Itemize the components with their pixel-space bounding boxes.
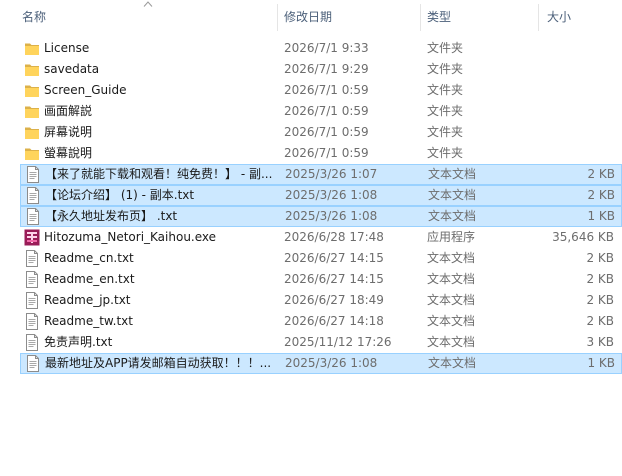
column-header-size[interactable]: 大小 xyxy=(547,0,617,35)
file-date: 2025/3/26 1:08 xyxy=(285,356,378,370)
file-row[interactable]: Screen_Guide 2026/7/1 0:59 文件夹 xyxy=(20,80,622,101)
file-row[interactable]: 画面解説 2026/7/1 0:59 文件夹 xyxy=(20,101,622,122)
file-row[interactable]: Readme_jp.txt 2026/6/27 18:49 文本文档 2 KB xyxy=(20,290,622,311)
file-name: 画面解説 xyxy=(44,104,93,118)
file-size: 2 KB xyxy=(586,293,614,307)
file-name: License xyxy=(44,41,90,55)
file-date: 2025/11/12 17:26 xyxy=(284,335,392,349)
folder-icon xyxy=(24,103,40,120)
file-size xyxy=(500,102,614,121)
file-row[interactable]: 【来了就能下载和观看！纯免费！】 - 副... 2025/3/26 1:07 文本文… xyxy=(20,164,622,185)
file-name: Readme_tw.txt xyxy=(44,314,133,328)
column-header-type-label: 类型 xyxy=(427,10,452,24)
file-row[interactable]: 螢幕說明 2026/7/1 0:59 文件夹 xyxy=(20,143,622,164)
file-date: 2026/7/1 0:59 xyxy=(284,104,369,118)
file-size: 2 KB xyxy=(586,251,614,265)
file-size: 2 KB xyxy=(586,272,614,286)
text-file-icon xyxy=(24,292,40,309)
file-date: 2026/6/27 14:15 xyxy=(284,272,384,286)
file-name: Readme_en.txt xyxy=(44,272,135,286)
file-name: 【来了就能下载和观看！纯免费！】 - 副... xyxy=(45,167,273,181)
file-row[interactable]: License 2026/7/1 9:33 文件夹 xyxy=(20,38,622,59)
folder-icon xyxy=(24,82,40,99)
file-name: 最新地址及APP请发邮箱自动获取！！！... xyxy=(45,356,272,370)
file-date: 2026/6/27 14:15 xyxy=(284,251,384,265)
file-name: 【永久地址发布页】 .txt xyxy=(45,209,178,223)
file-size: 2 KB xyxy=(587,167,615,181)
file-name: Hitozuma_Netori_Kaihou.exe xyxy=(44,230,217,244)
file-name: 【论坛介绍】 (1) - 副本.txt xyxy=(45,188,195,202)
file-size: 1 KB xyxy=(587,209,615,223)
column-header-bar: 名称 修改日期 类型 大小 xyxy=(0,0,622,35)
file-row[interactable]: Readme_tw.txt 2026/6/27 14:18 文本文档 2 KB xyxy=(20,311,622,332)
file-row[interactable]: 最新地址及APP请发邮箱自动获取！！！... 2025/3/26 1:08 文本文档… xyxy=(20,353,622,374)
app-icon xyxy=(24,229,40,246)
sort-ascending-icon xyxy=(143,1,153,7)
file-size: 3 KB xyxy=(586,335,614,349)
file-size xyxy=(500,81,614,100)
folder-icon xyxy=(24,145,40,162)
file-date: 2026/6/27 18:49 xyxy=(284,293,384,307)
file-size xyxy=(500,144,614,163)
file-size: 2 KB xyxy=(586,314,614,328)
column-header-date-label: 修改日期 xyxy=(284,10,333,24)
file-size: 1 KB xyxy=(587,356,615,370)
file-size xyxy=(500,123,614,142)
file-size: 2 KB xyxy=(587,188,615,202)
file-row[interactable]: Readme_cn.txt 2026/6/27 14:15 文本文档 2 KB xyxy=(20,248,622,269)
text-file-icon xyxy=(25,208,41,225)
text-file-icon xyxy=(24,334,40,351)
column-divider[interactable] xyxy=(538,4,539,31)
file-date: 2025/3/26 1:08 xyxy=(285,209,378,223)
file-date: 2026/7/1 9:29 xyxy=(284,62,369,76)
column-header-size-label: 大小 xyxy=(547,10,572,24)
folder-icon xyxy=(24,61,40,78)
file-date: 2026/6/28 17:48 xyxy=(284,230,384,244)
file-name: Readme_jp.txt xyxy=(44,293,131,307)
text-file-icon xyxy=(25,355,41,372)
file-date: 2026/6/27 14:18 xyxy=(284,314,384,328)
file-name: Readme_cn.txt xyxy=(44,251,134,265)
file-row[interactable]: Readme_en.txt 2026/6/27 14:15 文本文档 2 KB xyxy=(20,269,622,290)
column-header-name-label: 名称 xyxy=(22,10,47,24)
file-date: 2025/3/26 1:08 xyxy=(285,188,378,202)
file-date: 2026/7/1 0:59 xyxy=(284,146,369,160)
file-date: 2025/3/26 1:07 xyxy=(285,167,378,181)
file-name: 螢幕說明 xyxy=(44,146,93,160)
folder-icon xyxy=(24,124,40,141)
folder-icon xyxy=(24,40,40,57)
file-name: 屏幕说明 xyxy=(44,125,93,139)
file-date: 2026/7/1 0:59 xyxy=(284,83,369,97)
column-header-date[interactable]: 修改日期 xyxy=(284,0,419,35)
file-name: 免责声明.txt xyxy=(44,335,113,349)
file-row[interactable]: 【永久地址发布页】 .txt 2025/3/26 1:08 文本文档 1 KB xyxy=(20,206,622,227)
file-row[interactable]: Hitozuma_Netori_Kaihou.exe 2026/6/28 17:4… xyxy=(20,227,622,248)
column-header-type[interactable]: 类型 xyxy=(427,0,537,35)
file-date: 2026/7/1 0:59 xyxy=(284,125,369,139)
file-row[interactable]: 屏幕说明 2026/7/1 0:59 文件夹 xyxy=(20,122,622,143)
text-file-icon xyxy=(24,250,40,267)
text-file-icon xyxy=(25,166,41,183)
file-name: savedata xyxy=(44,62,100,76)
file-name: Screen_Guide xyxy=(44,83,127,97)
text-file-icon xyxy=(24,271,40,288)
file-row[interactable]: 免责声明.txt 2025/11/12 17:26 文本文档 3 KB xyxy=(20,332,622,353)
column-divider[interactable] xyxy=(277,4,278,31)
file-size: 35,646 KB xyxy=(552,230,614,244)
column-divider[interactable] xyxy=(420,4,421,31)
file-date: 2026/7/1 9:33 xyxy=(284,41,369,55)
file-size xyxy=(500,39,614,58)
file-row[interactable]: 【论坛介绍】 (1) - 副本.txt 2025/3/26 1:08 文本文档 2 K… xyxy=(20,185,622,206)
file-row[interactable]: savedata 2026/7/1 9:29 文件夹 xyxy=(20,59,622,80)
file-size xyxy=(500,60,614,79)
text-file-icon xyxy=(24,313,40,330)
text-file-icon xyxy=(25,187,41,204)
